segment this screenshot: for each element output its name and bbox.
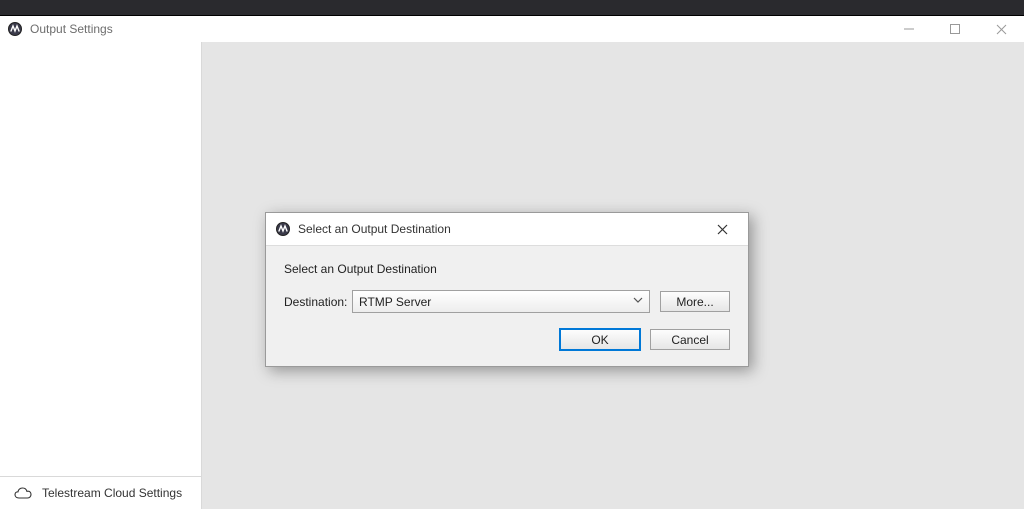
more-button[interactable]: More... bbox=[660, 291, 730, 312]
ok-button[interactable]: OK bbox=[560, 329, 640, 350]
window-controls bbox=[886, 16, 1024, 42]
dialog-close-button[interactable] bbox=[702, 213, 742, 245]
cancel-button[interactable]: Cancel bbox=[650, 329, 730, 350]
destination-value: RTMP Server bbox=[359, 295, 431, 309]
cloud-settings-button[interactable]: Telestream Cloud Settings bbox=[0, 476, 201, 509]
window-title-bar: Output Settings bbox=[0, 16, 1024, 43]
window-title: Output Settings bbox=[30, 22, 113, 36]
destination-label: Destination: bbox=[284, 295, 352, 309]
main-canvas: Select an Output Destination Select an O… bbox=[202, 42, 1024, 509]
destination-select[interactable]: RTMP Server bbox=[352, 290, 650, 313]
output-destination-dialog: Select an Output Destination Select an O… bbox=[265, 212, 749, 367]
cloud-settings-label: Telestream Cloud Settings bbox=[42, 486, 182, 500]
dialog-title-bar: Select an Output Destination bbox=[266, 213, 748, 246]
cloud-icon bbox=[14, 487, 32, 499]
dialog-heading: Select an Output Destination bbox=[284, 262, 730, 276]
chevron-down-icon bbox=[633, 294, 643, 309]
maximize-button[interactable] bbox=[932, 16, 978, 42]
app-logo-icon bbox=[8, 22, 22, 36]
dialog-title: Select an Output Destination bbox=[298, 222, 451, 236]
cancel-button-label: Cancel bbox=[671, 333, 708, 347]
minimize-button[interactable] bbox=[886, 16, 932, 42]
dialog-app-icon bbox=[276, 222, 290, 236]
app-top-strip bbox=[0, 0, 1024, 16]
close-button[interactable] bbox=[978, 16, 1024, 42]
ok-button-label: OK bbox=[591, 333, 608, 347]
more-button-label: More... bbox=[676, 295, 713, 309]
sidebar: Telestream Cloud Settings bbox=[0, 42, 202, 509]
